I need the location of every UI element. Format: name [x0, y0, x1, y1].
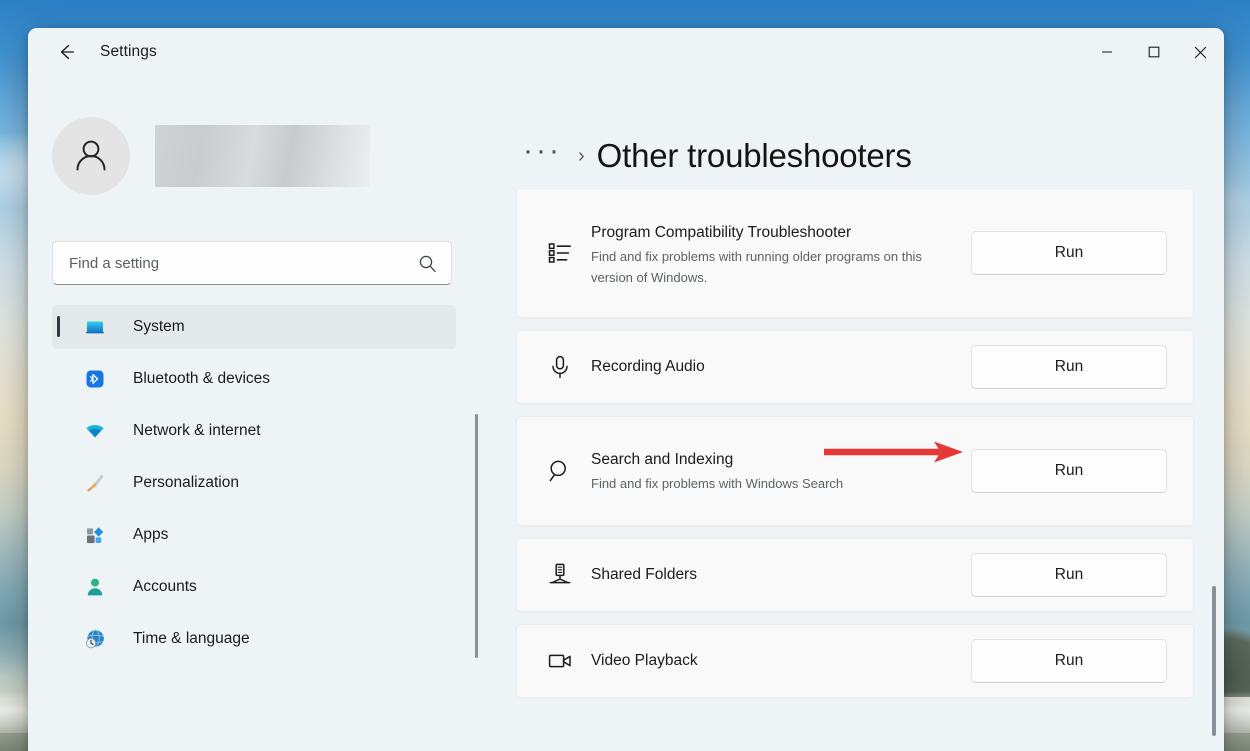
content-scrollbar-thumb[interactable]: [1212, 586, 1216, 736]
troubleshooter-title: Recording Audio: [591, 355, 959, 379]
run-button[interactable]: Run: [971, 639, 1167, 683]
search-box[interactable]: [52, 241, 452, 285]
window-body: System Bluetooth & devices: [28, 76, 1224, 751]
minimize-button[interactable]: [1083, 28, 1130, 76]
sidebar-item-label: Network & internet: [133, 422, 261, 440]
sidebar-item-label: Bluetooth & devices: [133, 370, 270, 388]
title-bar: Settings: [28, 28, 1224, 76]
maximize-button[interactable]: [1130, 28, 1177, 76]
clock-globe-icon: [83, 627, 107, 651]
troubleshooter-row-video-playback: Video Playback Run: [516, 624, 1194, 698]
breadcrumb-overflow-button[interactable]: ···: [517, 143, 568, 169]
sidebar-item-time-language[interactable]: Time & language: [52, 617, 456, 661]
bluetooth-icon: [83, 367, 107, 391]
sidebar-item-label: Apps: [133, 526, 168, 544]
troubleshooter-title: Video Playback: [591, 649, 959, 673]
sidebar-item-label: Personalization: [133, 474, 239, 492]
window-caption-buttons: [1083, 28, 1224, 76]
troubleshooter-row-program-compatibility: Program Compatibility Troubleshooter Fin…: [516, 188, 1194, 318]
breadcrumb-separator-icon: ›: [578, 145, 585, 168]
sidebar-item-apps[interactable]: Apps: [52, 513, 456, 557]
sidebar-item-bluetooth-devices[interactable]: Bluetooth & devices: [52, 357, 456, 401]
sidebar-item-label: Accounts: [133, 578, 197, 596]
profile-row[interactable]: [52, 116, 504, 196]
sidebar-scrollbar[interactable]: [472, 386, 482, 676]
sidebar-item-label: System: [133, 318, 185, 336]
back-arrow-icon: [55, 41, 77, 63]
microphone-icon: [545, 354, 575, 380]
video-camera-icon: [545, 648, 575, 674]
laptop-icon: [83, 315, 107, 339]
magnifier-icon: [545, 458, 575, 484]
apps-icon: [83, 523, 107, 547]
troubleshooter-description: Find and fix problems with running older…: [591, 246, 931, 288]
sidebar-item-system[interactable]: System: [52, 305, 456, 349]
breadcrumb: ··· › Other troubleshooters: [516, 128, 1224, 184]
sidebar-item-network-internet[interactable]: Network & internet: [52, 409, 456, 453]
checklist-icon: [545, 240, 575, 266]
troubleshooter-text: Shared Folders: [591, 563, 971, 587]
server-share-icon: [545, 562, 575, 588]
window-title: Settings: [100, 43, 157, 61]
troubleshooter-row-shared-folders: Shared Folders Run: [516, 538, 1194, 612]
troubleshooter-list: Program Compatibility Troubleshooter Fin…: [516, 188, 1194, 698]
close-icon: [1194, 46, 1207, 59]
user-avatar-icon: [68, 133, 114, 179]
search-icon: [418, 254, 437, 273]
troubleshooter-title: Program Compatibility Troubleshooter: [591, 221, 959, 245]
sidebar-item-accounts[interactable]: Accounts: [52, 565, 456, 609]
search-input[interactable]: [69, 255, 418, 272]
page-title: Other troubleshooters: [597, 137, 912, 175]
troubleshooter-text: Search and Indexing Find and fix problem…: [591, 448, 971, 494]
sidebar-nav: System Bluetooth & devices: [52, 305, 456, 710]
avatar: [52, 117, 130, 195]
minimize-icon: [1101, 46, 1113, 58]
troubleshooter-title: Search and Indexing: [591, 448, 959, 472]
run-button[interactable]: Run: [971, 449, 1167, 493]
back-button[interactable]: [44, 35, 88, 69]
close-button[interactable]: [1177, 28, 1224, 76]
paintbrush-icon: [83, 471, 107, 495]
sidebar-item-personalization[interactable]: Personalization: [52, 461, 456, 505]
troubleshooter-text: Recording Audio: [591, 355, 971, 379]
account-name-redacted: [155, 125, 370, 187]
desktop-wallpaper: Settings: [0, 0, 1250, 751]
run-button[interactable]: Run: [971, 553, 1167, 597]
troubleshooter-title: Shared Folders: [591, 563, 959, 587]
content-pane: ··· › Other troubleshooters: [504, 76, 1224, 751]
wifi-icon: [83, 419, 107, 443]
troubleshooter-text: Video Playback: [591, 649, 971, 673]
run-button[interactable]: Run: [971, 345, 1167, 389]
maximize-icon: [1148, 46, 1160, 58]
sidebar-item-label: Time & language: [133, 630, 250, 648]
sidebar: System Bluetooth & devices: [28, 76, 504, 751]
content-scrollbar[interactable]: [1208, 256, 1220, 751]
troubleshooter-row-recording-audio: Recording Audio Run: [516, 330, 1194, 404]
troubleshooter-text: Program Compatibility Troubleshooter Fin…: [591, 221, 971, 288]
troubleshooter-description: Find and fix problems with Windows Searc…: [591, 473, 931, 494]
sidebar-scrollbar-thumb[interactable]: [475, 414, 478, 658]
settings-window: Settings: [28, 28, 1224, 751]
troubleshooter-row-search-indexing: Search and Indexing Find and fix problem…: [516, 416, 1194, 526]
run-button[interactable]: Run: [971, 231, 1167, 275]
person-icon: [83, 575, 107, 599]
